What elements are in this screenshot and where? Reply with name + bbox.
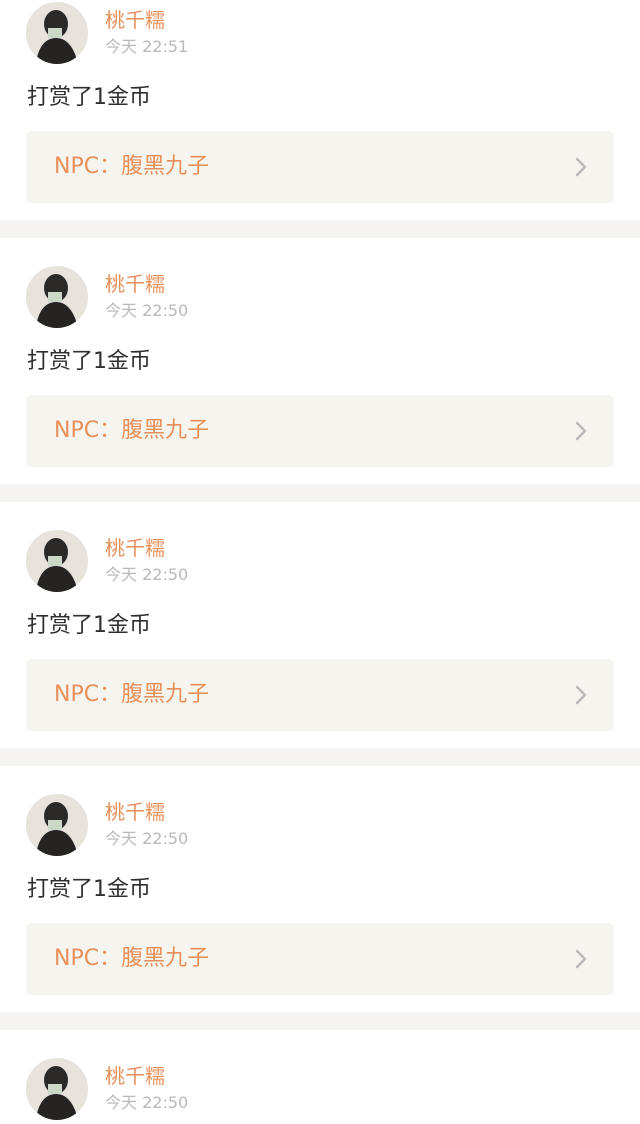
- username[interactable]: 桃千糯: [105, 1064, 165, 1088]
- username[interactable]: 桃千糯: [105, 800, 165, 824]
- reward-entry: 桃千糯 今天 22:50 打赏了1金币 NPC：腹黑九子: [0, 766, 640, 995]
- npc-card[interactable]: NPC：腹黑九子: [26, 659, 614, 731]
- npc-card[interactable]: NPC：腹黑九子: [26, 131, 614, 203]
- reward-entry: 桃千糯 今天 22:50: [0, 1030, 640, 1124]
- npc-label: NPC：腹黑九子: [54, 682, 210, 707]
- separator: [0, 1012, 640, 1030]
- user-avatar-icon: [26, 266, 88, 328]
- user-avatar-icon[interactable]: [26, 530, 88, 592]
- user-avatar-icon: [26, 1058, 88, 1120]
- user-avatar-icon[interactable]: [26, 1058, 88, 1120]
- reward-message: 打赏了1金币: [27, 85, 151, 110]
- separator: [0, 748, 640, 766]
- npc-label: NPC：腹黑九子: [54, 154, 210, 179]
- reward-message: 打赏了1金币: [27, 613, 151, 638]
- reward-entry: 桃千糯 今天 22:50 打赏了1金币 NPC：腹黑九子: [0, 238, 640, 467]
- reward-entry: 桃千糯 今天 22:50 打赏了1金币 NPC：腹黑九子: [0, 502, 640, 731]
- reward-entry: 桃千糯 今天 22:51 打赏了1金币 NPC：腹黑九子: [0, 0, 640, 220]
- reward-message: 打赏了1金币: [27, 349, 151, 374]
- timestamp: 今天 22:50: [105, 565, 189, 584]
- chevron-right-icon: [575, 157, 587, 177]
- npc-label: NPC：腹黑九子: [54, 946, 210, 971]
- npc-card[interactable]: NPC：腹黑九子: [26, 395, 614, 467]
- timestamp: 今天 22:50: [105, 301, 189, 320]
- separator: [0, 220, 640, 238]
- timestamp: 今天 22:50: [105, 829, 189, 848]
- user-avatar-icon: [26, 2, 88, 64]
- timestamp: 今天 22:51: [105, 37, 189, 56]
- npc-card[interactable]: NPC：腹黑九子: [26, 923, 614, 995]
- user-avatar-icon: [26, 530, 88, 592]
- chevron-right-icon: [575, 949, 587, 969]
- reward-feed: 桃千糯 今天 22:51 打赏了1金币 NPC：腹黑九子 桃千糯 今天 22:5…: [0, 0, 640, 1124]
- timestamp: 今天 22:50: [105, 1093, 189, 1112]
- reward-message: 打赏了1金币: [27, 877, 151, 902]
- user-avatar-icon[interactable]: [26, 794, 88, 856]
- user-avatar-icon[interactable]: [26, 266, 88, 328]
- npc-label: NPC：腹黑九子: [54, 418, 210, 443]
- username[interactable]: 桃千糯: [105, 272, 165, 296]
- user-avatar-icon[interactable]: [26, 2, 88, 64]
- chevron-right-icon: [575, 685, 587, 705]
- username[interactable]: 桃千糯: [105, 536, 165, 560]
- separator: [0, 484, 640, 502]
- username[interactable]: 桃千糯: [105, 8, 165, 32]
- chevron-right-icon: [575, 421, 587, 441]
- user-avatar-icon: [26, 794, 88, 856]
